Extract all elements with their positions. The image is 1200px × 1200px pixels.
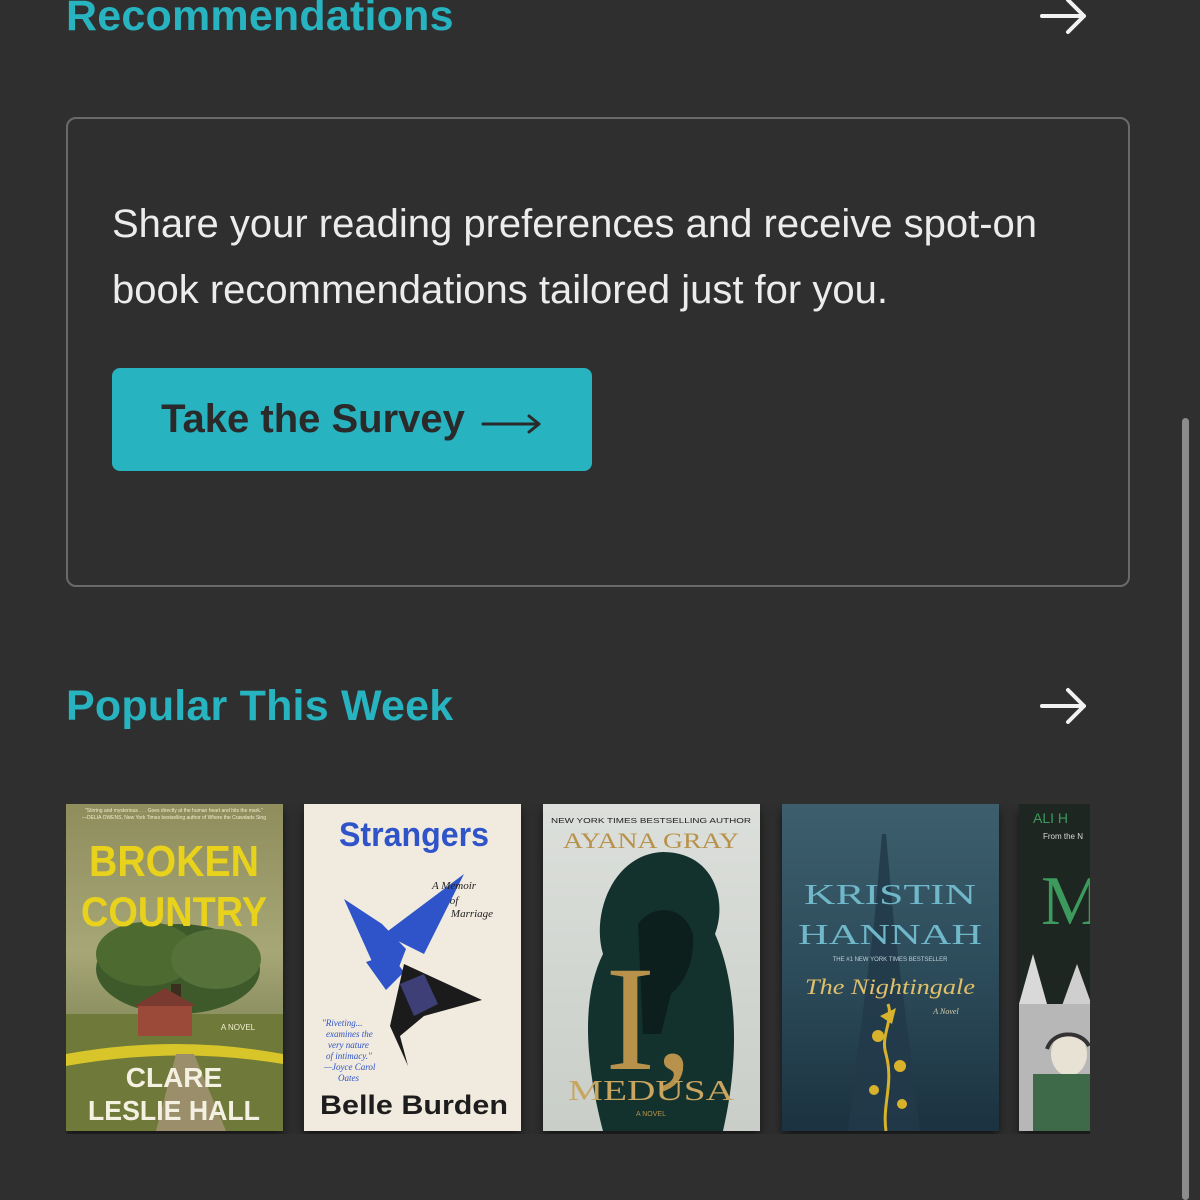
book-cover-strangers[interactable]: Strangers A Memoir of Marriage "Riveting… [304, 804, 521, 1131]
take-survey-button[interactable]: Take the Survey [112, 368, 592, 471]
recommendations-title: Recommendations [66, 0, 454, 40]
book2-quote-line6: Oates [338, 1073, 359, 1083]
book1-blurb-line2: —DELIA OWENS, New York Times bestselling… [82, 815, 266, 821]
broken-country-cover-art: "Stirring and mysterious . . . Goes dire… [66, 804, 283, 1131]
book1-author-line1: CLARE [126, 1062, 222, 1093]
book4-tagline: THE #1 NEW YORK TIMES BESTSELLER [833, 957, 948, 963]
book1-author-line2: LESLIE HALL [88, 1095, 260, 1126]
book2-subtitle-line1: A Memoir [431, 880, 477, 892]
book-cover-i-medusa[interactable]: NEW YORK TIMES BESTSELLING AUTHOR AYANA … [543, 804, 760, 1131]
book5-tagline: From the N [1043, 832, 1083, 841]
book4-title: The Nightingale [805, 974, 975, 999]
scrollbar[interactable] [1182, 418, 1189, 1200]
popular-header: Popular This Week [66, 676, 1090, 736]
book2-quote-line2: examines the [326, 1029, 373, 1039]
nightingale-cover-art: KRISTIN HANNAH THE #1 NEW YORK TIMES BES… [782, 804, 999, 1131]
book4-author-line1: KRISTIN [804, 880, 976, 911]
book2-quote-line4: of intimacy." [326, 1051, 372, 1061]
book2-quote-line1: "Riveting... [322, 1018, 363, 1028]
book1-blurb-line1: "Stirring and mysterious . . . Goes dire… [85, 808, 263, 814]
medusa-cover-art: NEW YORK TIMES BESTSELLING AUTHOR AYANA … [543, 804, 760, 1131]
book2-title: Strangers [339, 816, 489, 854]
book4-author-line2: HANNAH [798, 920, 982, 951]
survey-card: Share your reading preferences and recei… [66, 117, 1130, 587]
popular-title: Popular This Week [66, 681, 454, 730]
take-survey-label: Take the Survey [161, 397, 465, 441]
book2-author: Belle Burden [320, 1090, 508, 1120]
book1-title-line2: COUNTRY [81, 888, 267, 935]
book3-subtitle: A NOVEL [636, 1111, 666, 1118]
strangers-cover-art: Strangers A Memoir of Marriage "Riveting… [304, 804, 521, 1131]
popular-books-carousel[interactable]: "Stirring and mysterious . . . Goes dire… [66, 804, 1090, 1134]
partial-cover-art: ALI H From the N M [1019, 804, 1090, 1131]
recommendations-header: Recommendations [66, 0, 1090, 46]
book4-subtitle: A Novel [932, 1007, 959, 1016]
book5-title-mark: M [1041, 863, 1090, 940]
book-cover-partial[interactable]: ALI H From the N M [1019, 804, 1090, 1131]
book1-title-line1: BROKEN [89, 837, 259, 886]
book1-subtitle: A NOVEL [221, 1023, 256, 1032]
book-cover-the-nightingale[interactable]: KRISTIN HANNAH THE #1 NEW YORK TIMES BES… [782, 804, 999, 1131]
book-cover-broken-country[interactable]: "Stirring and mysterious . . . Goes dire… [66, 804, 283, 1131]
book2-quote-line3: very nature [328, 1040, 369, 1050]
book3-title: MEDUSA [568, 1076, 735, 1107]
book3-tagline: NEW YORK TIMES BESTSELLING AUTHOR [551, 818, 751, 825]
recommendations-see-all-button[interactable] [1038, 0, 1090, 36]
book3-author: AYANA GRAY [563, 828, 739, 853]
arrow-right-icon [1040, 688, 1086, 724]
book5-author: ALI H [1033, 810, 1068, 826]
survey-description: Share your reading preferences and recei… [112, 202, 1037, 312]
arrow-right-icon [1040, 0, 1086, 34]
popular-see-all-button[interactable] [1038, 686, 1090, 726]
book2-quote-line5: —Joyce Carol [323, 1062, 376, 1072]
long-arrow-right-icon [481, 414, 541, 433]
book2-subtitle-line3: Marriage [450, 908, 493, 920]
